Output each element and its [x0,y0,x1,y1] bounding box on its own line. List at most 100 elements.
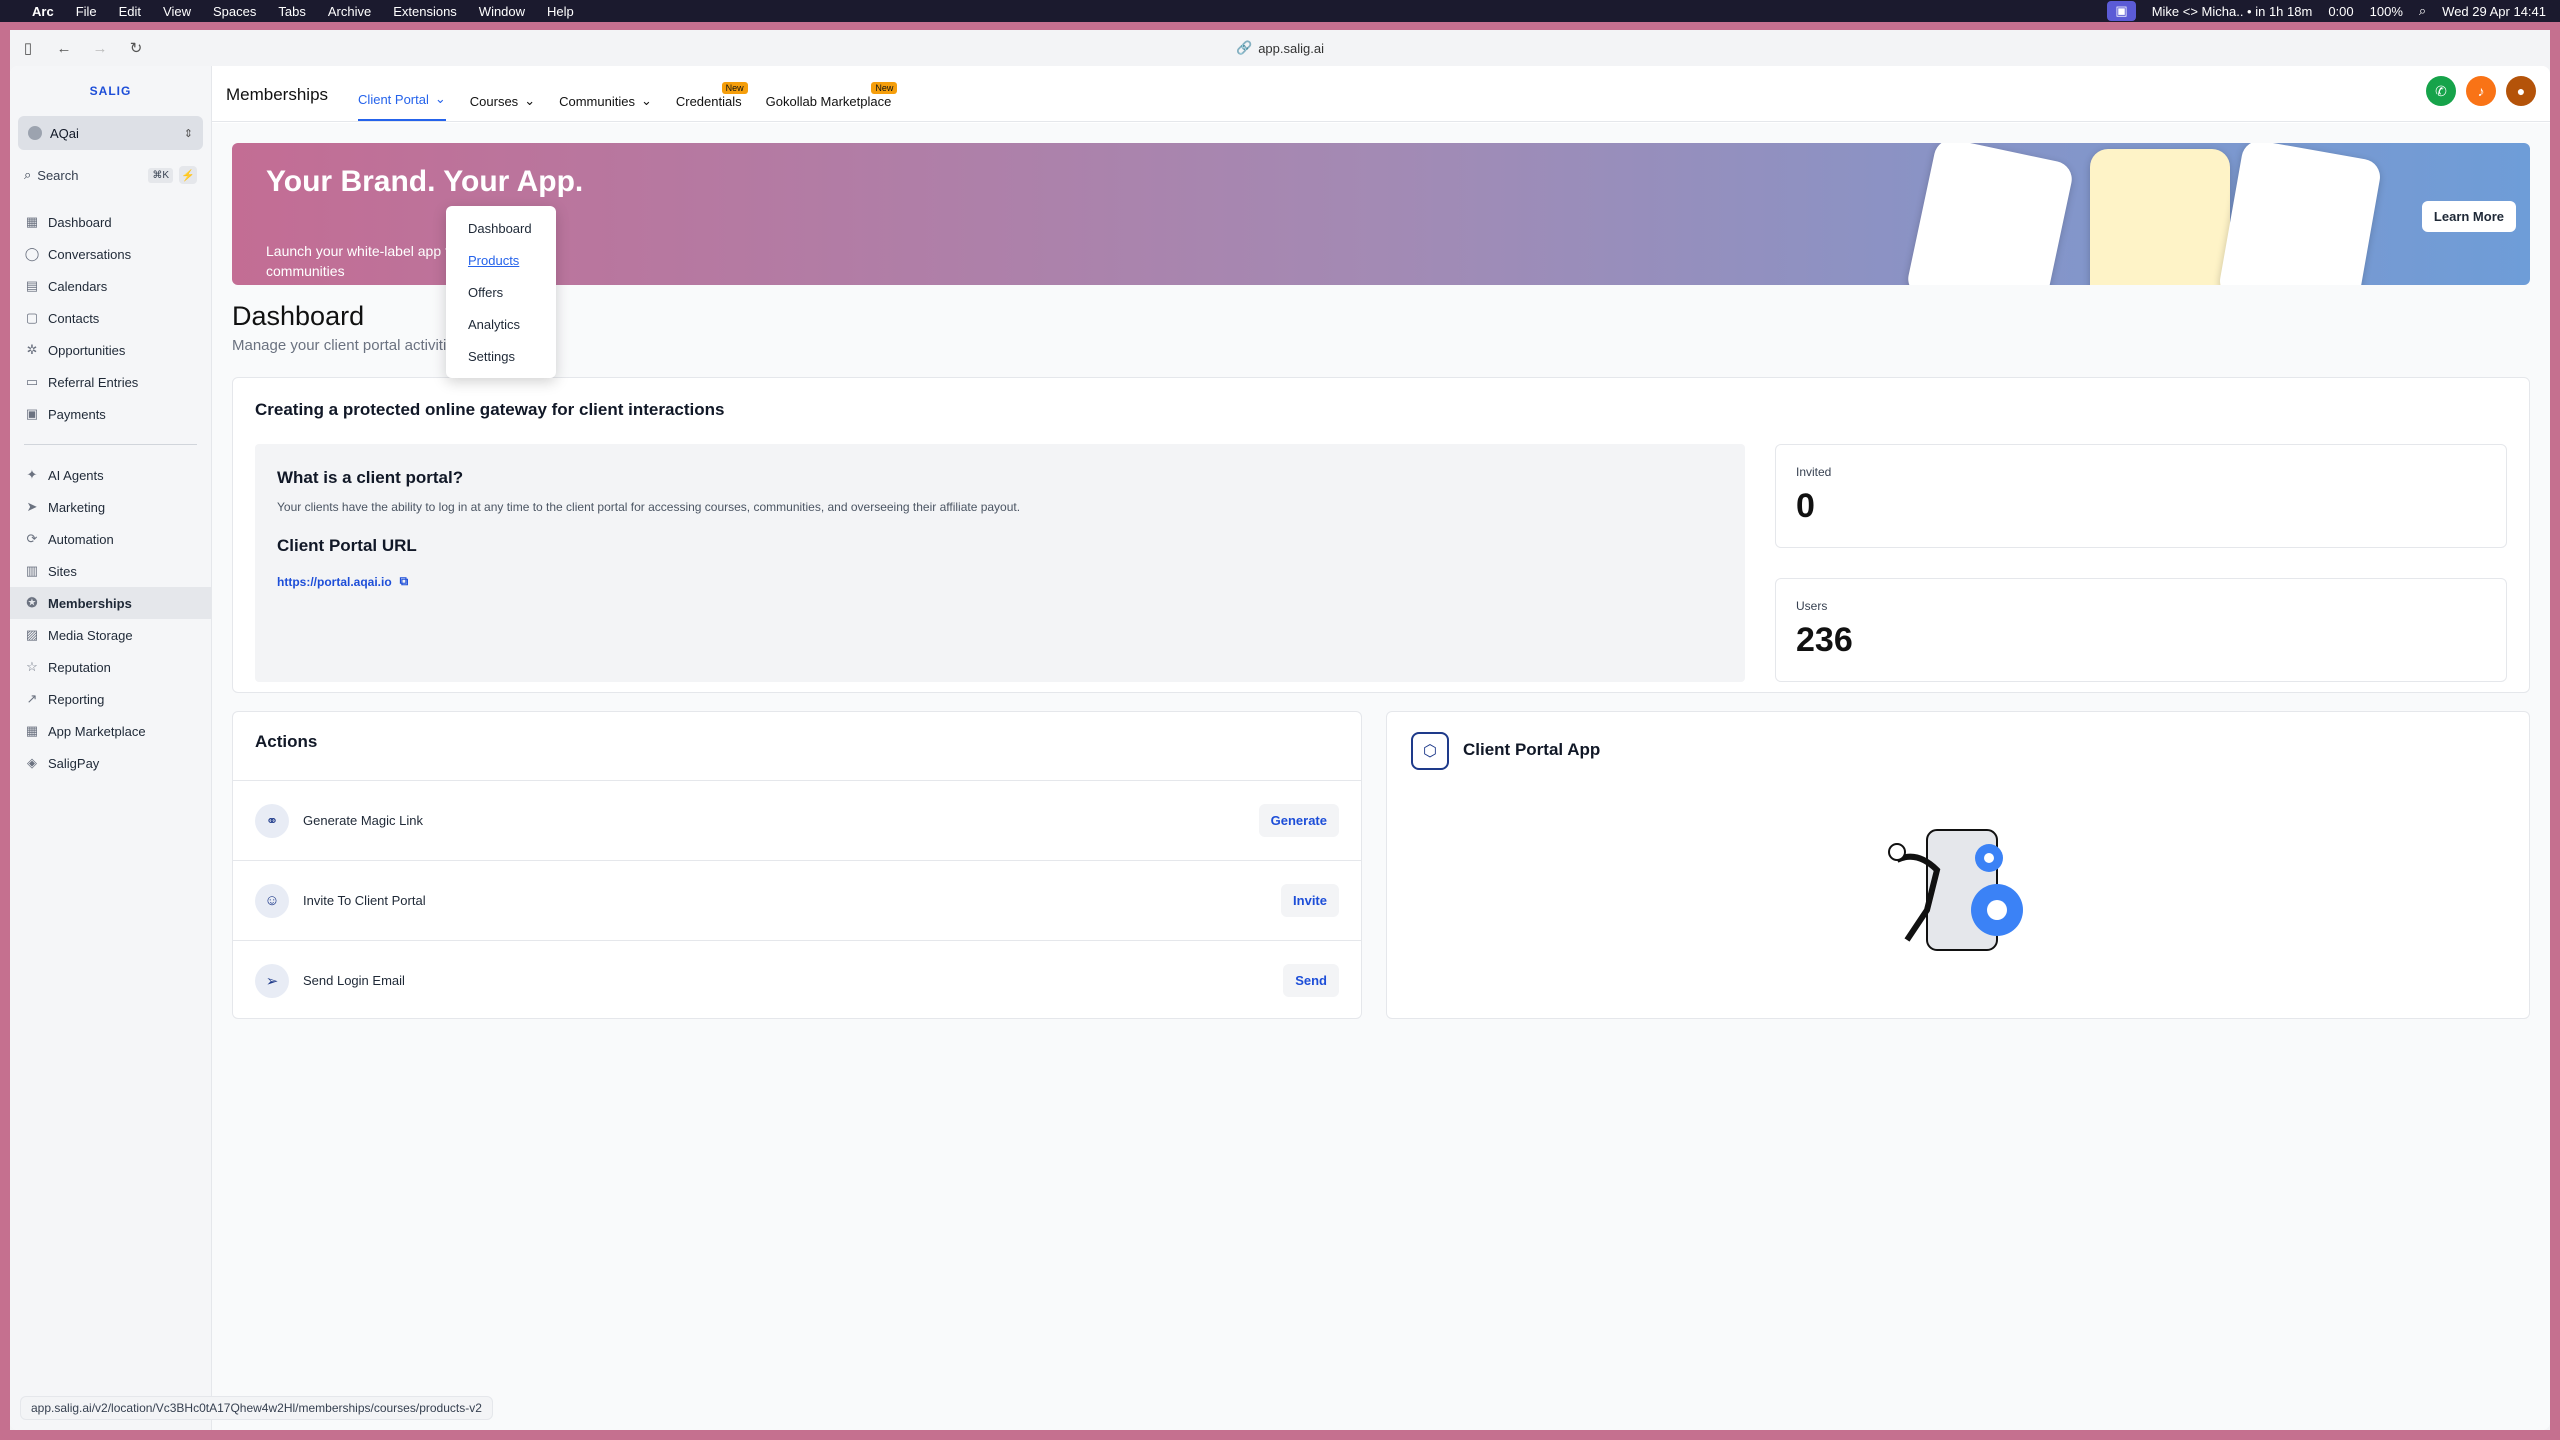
sidebar-toggle-icon[interactable]: ▯ [10,39,46,57]
clock[interactable]: Wed 29 Apr 14:41 [2442,4,2546,19]
tab-gokollab-marketplace[interactable]: Gokollab Marketplace New [765,82,898,121]
phone-mockup-image [1904,143,2076,285]
sidebar-item-label: Payments [48,406,106,422]
tab-label: Gokollab Marketplace [765,94,892,109]
sidebar-item-calendars[interactable]: ▤ Calendars [10,270,211,302]
header-actions: ✆ ♪ ● [2426,76,2536,106]
sidebar-item-dashboard[interactable]: ▦ Dashboard [10,206,211,238]
sidebar-item-label: Referral Entries [48,374,139,390]
action-row: ☺ Invite To Client Portal Invite [233,860,1361,940]
stat-label: Invited [1796,465,1832,479]
action-label: Send Login Email [303,973,405,988]
menu-edit[interactable]: Edit [119,4,141,19]
forward-icon[interactable]: → [82,40,118,57]
dropdown-item-products[interactable]: Products [446,244,556,276]
opportunities-icon: ✲ [26,342,38,357]
mechanic-illustration [1888,829,2023,951]
chart-icon: ↗ [26,691,38,706]
tab-label: Communities [559,93,635,109]
link-icon: 🔗 [1236,40,1253,55]
send-icon: ➤ [26,499,38,514]
invite-user-icon: ☺ [255,883,289,918]
account-name: AQai [50,125,79,141]
menu-tabs[interactable]: Tabs [278,4,305,19]
invite-button[interactable]: Invite [1281,884,1339,917]
search-icon[interactable]: ⌕ [2419,3,2426,19]
avatar[interactable]: ● [2506,76,2536,106]
menu-archive[interactable]: Archive [328,4,371,19]
app-viewport: SALIG AQai ⇕ ⌕ Search ⌘K ⚡ ▦ Dashboard ◯ C… [10,66,2550,1430]
tab-client-portal[interactable]: Client Portal ⌄ [358,91,446,121]
sidebar-item-referral-entries[interactable]: ▭ Referral Entries [10,366,211,398]
tab-communities[interactable]: Communities ⌄ [559,93,652,121]
menu-arc[interactable]: Arc [32,4,54,19]
send-button[interactable]: Send [1283,964,1339,997]
dropdown-item-analytics[interactable]: Analytics [446,308,556,340]
sidebar-item-memberships[interactable]: ✪ Memberships [10,587,211,619]
sidebar-nav: ▦ Dashboard ◯ Conversations ▤ Calendars ▢ Co… [10,206,211,779]
timer-display[interactable]: 0:00 [2328,4,2353,19]
search-input[interactable]: Search [37,168,78,183]
sidebar-item-contacts[interactable]: ▢ Contacts [10,302,211,334]
stat-value: 0 [1796,487,1815,525]
sidebar-item-opportunities[interactable]: ✲ Opportunities [10,334,211,366]
learn-more-button[interactable]: Learn More [2421,201,2516,232]
link-preview-statusbar: app.salig.ai/v2/location/Vc3BHc0tA17Qhew… [20,1396,493,1420]
sidebar-item-label: Media Storage [48,627,133,643]
dropdown-item-settings[interactable]: Settings [446,340,556,372]
dropdown-item-dashboard[interactable]: Dashboard [446,212,556,244]
sidebar-item-media-storage[interactable]: ▨ Media Storage [10,619,211,651]
logo[interactable]: SALIG [10,84,211,98]
sidebar-search[interactable]: ⌕ Search ⌘K ⚡ [18,162,203,188]
menu-spaces[interactable]: Spaces [213,4,256,19]
sidebar-item-automation[interactable]: ⟳ Automation [10,523,211,555]
grid-icon: ▦ [25,214,39,229]
url-heading: Client Portal URL [277,536,417,555]
tab-credentials[interactable]: Credentials New [676,82,748,121]
sidebar-item-label: SaligPay [48,755,100,771]
action-row: ➢ Send Login Email Send [233,940,1361,1020]
client-portal-dropdown: Dashboard Products Offers Analytics Sett… [446,206,556,378]
quick-action-icon[interactable]: ⚡ [179,166,197,184]
back-icon[interactable]: ← [46,40,82,57]
copy-icon[interactable]: ⧉ [400,574,409,589]
menu-view[interactable]: View [163,4,191,19]
main-content: Memberships Client Portal ⌄ Courses ⌄ Comm… [212,66,2550,1430]
chat-icon: ◯ [24,246,40,261]
menu-file[interactable]: File [76,4,97,19]
generate-button[interactable]: Generate [1258,804,1339,837]
portal-url-link[interactable]: https://portal.aqai.io [277,575,392,589]
promo-banner: Your Brand. Your App. Launch your white-… [232,143,2530,285]
sidebar-item-reputation[interactable]: ☆ Reputation [10,651,211,683]
sidebar-item-ai-agents[interactable]: ✦ AI Agents [10,459,211,491]
action-row: ⚭ Generate Magic Link Generate [233,780,1361,860]
menu-extensions[interactable]: Extensions [393,4,457,19]
address-bar[interactable]: 🔗 app.salig.ai [1236,40,1324,56]
reload-icon[interactable]: ↻ [118,39,154,57]
sidebar-item-marketing[interactable]: ➤ Marketing [10,491,211,523]
dropdown-item-offers[interactable]: Offers [446,276,556,308]
account-switcher[interactable]: AQai ⇕ [18,116,203,150]
new-badge: New [871,82,898,94]
sidebar-item-reporting[interactable]: ↗ Reporting [10,683,211,715]
users-stat-card: Users 236 [1775,578,2507,682]
sidebar-item-label: AI Agents [48,467,104,483]
sidebar-item-sites[interactable]: ▥ Sites [10,555,211,587]
sidebar-item-payments[interactable]: ▣ Payments [10,398,211,430]
sidebar-item-saligpay[interactable]: ◈ SaligPay [10,747,211,779]
bell-icon[interactable]: ♪ [2466,76,2496,106]
meeting-reminder[interactable]: Mike <> Micha.. • in 1h 18m [2152,4,2313,19]
menu-window[interactable]: Window [479,4,525,19]
tab-label: Client Portal [358,91,429,107]
info-description: Your clients have the ability to log in … [277,500,1021,514]
sidebar-item-label: Contacts [48,310,100,326]
menu-help[interactable]: Help [547,4,574,19]
sidebar-item-conversations[interactable]: ◯ Conversations [10,238,211,270]
phone-mockup-image [2090,149,2230,285]
card-title: Client Portal App [1463,740,1601,759]
apps-icon: ▦ [25,723,39,738]
screen-record-icon[interactable]: ▣ [2107,1,2136,21]
tab-courses[interactable]: Courses ⌄ [470,93,535,121]
phone-icon[interactable]: ✆ [2426,76,2456,106]
sidebar-item-app-marketplace[interactable]: ▦ App Marketplace [10,715,211,747]
